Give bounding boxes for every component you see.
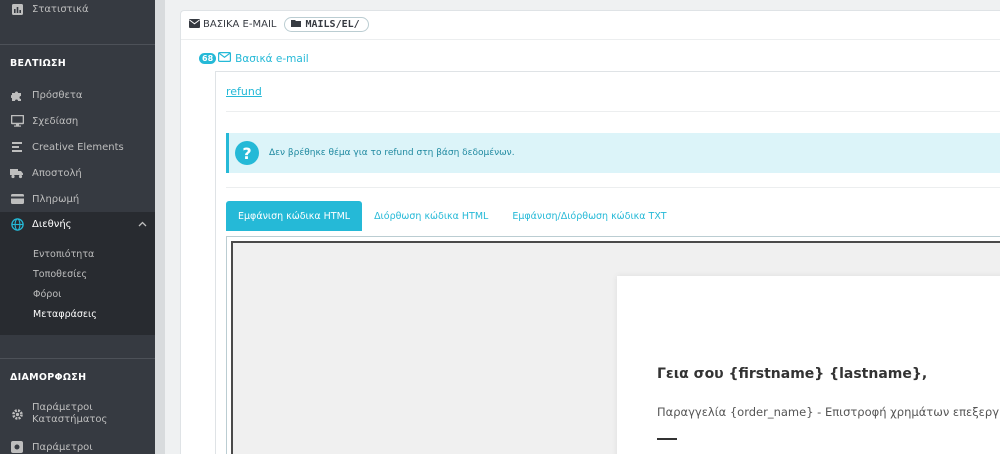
email-order-line: Παραγγελία {order_name} - Επιστροφή χρημ… bbox=[657, 405, 1000, 419]
credit-card-icon bbox=[10, 192, 24, 206]
preview-frame[interactable]: Γεια σου {firstname} {lastname}, Παραγγε… bbox=[231, 241, 1000, 454]
divider bbox=[181, 39, 1000, 40]
gear-icon bbox=[10, 407, 24, 421]
sidebar-item-label: Creative Elements bbox=[32, 141, 124, 153]
mail-title-text: Βασικά e-mail bbox=[235, 52, 309, 65]
mail-group-title[interactable]: 68 Βασικά e-mail bbox=[199, 52, 309, 65]
puzzle-icon bbox=[10, 88, 24, 102]
truck-icon bbox=[10, 166, 24, 180]
envelope-outline-icon bbox=[218, 52, 232, 65]
sidebar-item-shop-parameters[interactable]: Παράμετροι Καταστήματος bbox=[0, 400, 155, 428]
panel-header: ΒΑΣΙΚΑ E-MAIL MAILS/EL/ bbox=[189, 17, 369, 32]
tab-show-edit-txt[interactable]: Εμφάνιση/Διόρθωση κώδικα TXT bbox=[500, 201, 678, 231]
envelope-icon bbox=[189, 18, 200, 31]
sidebar-subitem-localization[interactable]: Εντοπιότητα bbox=[33, 249, 94, 260]
monitor-icon bbox=[10, 114, 24, 128]
tab-edit-html[interactable]: Διόρθωση κώδικα HTML bbox=[362, 201, 500, 231]
divider bbox=[226, 187, 1000, 188]
tab-show-html[interactable]: Εμφάνιση κώδικα HTML bbox=[226, 201, 363, 231]
sidebar-item-statistics[interactable]: Στατιστικά bbox=[0, 0, 155, 18]
folder-icon bbox=[291, 19, 302, 30]
sidebar-subitem-locations[interactable]: Τοποθεσίες bbox=[33, 269, 87, 280]
mail-count-badge: 68 bbox=[199, 53, 217, 64]
sidebar-item-label: Αποστολή bbox=[32, 167, 82, 179]
alert-text: Δεν βρέθηκε θέμα για το refund στη βάση … bbox=[269, 148, 515, 158]
chevron-up-icon bbox=[138, 219, 147, 230]
sidebar-item-payment[interactable]: Πληρωμή bbox=[0, 189, 155, 209]
email-card: Γεια σου {firstname} {lastname}, Παραγγε… bbox=[617, 276, 1000, 454]
path-badge: MAILS/EL/ bbox=[284, 17, 369, 32]
sidebar-item-international[interactable]: Διεθνής bbox=[0, 212, 155, 237]
mail-panel: ΒΑΣΙΚΑ E-MAIL MAILS/EL/ 68 Βασικά e-mail… bbox=[180, 10, 1000, 454]
sidebar-item-design[interactable]: Σχεδίαση bbox=[0, 111, 155, 131]
divider bbox=[226, 111, 1000, 112]
sidebar: Στατιστικά ΒΕΛΤΙΩΣΗ Πρόσθετα Σχεδίαση Cr… bbox=[0, 0, 155, 454]
sidebar-item-label: Παράμετροι Καταστήματος bbox=[32, 402, 108, 425]
section-title-improve: ΒΕΛΤΙΩΣΗ bbox=[10, 58, 67, 69]
divider bbox=[657, 438, 677, 440]
bar-chart-icon bbox=[10, 2, 24, 16]
path-text: MAILS/EL/ bbox=[305, 19, 360, 30]
divider bbox=[0, 358, 155, 359]
globe-icon bbox=[10, 218, 24, 232]
sidebar-scrollbar[interactable] bbox=[155, 0, 165, 454]
question-icon: ? bbox=[235, 141, 259, 165]
html-preview: Γεια σου {firstname} {lastname}, Παραγγε… bbox=[226, 236, 1000, 454]
sidebar-subitem-taxes[interactable]: Φόροι bbox=[33, 289, 61, 300]
sidebar-item-label: Στατιστικά bbox=[32, 3, 89, 15]
panel-title: ΒΑΣΙΚΑ E-MAIL bbox=[203, 19, 277, 30]
sidebar-item-parameters[interactable]: Παράμετροι bbox=[0, 438, 155, 454]
sidebar-item-label: Παράμετροι bbox=[32, 441, 93, 453]
sidebar-item-shipping[interactable]: Αποστολή bbox=[0, 163, 155, 183]
sidebar-item-label: Πληρωμή bbox=[32, 193, 80, 205]
sidebar-item-creative-elements[interactable]: Creative Elements bbox=[0, 137, 155, 157]
refund-link[interactable]: refund bbox=[226, 85, 262, 98]
bars-icon bbox=[10, 140, 24, 154]
mail-detail: refund ? Δεν βρέθηκε θέμα για το refund … bbox=[215, 71, 1000, 454]
sidebar-item-modules[interactable]: Πρόσθετα bbox=[0, 85, 155, 105]
sidebar-item-label: Πρόσθετα bbox=[32, 89, 83, 101]
info-alert: ? Δεν βρέθηκε θέμα για το refund στη βάσ… bbox=[226, 133, 1000, 173]
sidebar-subitem-translations[interactable]: Μεταφράσεις bbox=[33, 309, 97, 320]
sidebar-item-label: Διεθνής bbox=[32, 219, 72, 230]
code-tabs: Εμφάνιση κώδικα HTML Διόρθωση κώδικα HTM… bbox=[226, 201, 679, 231]
divider bbox=[0, 44, 155, 45]
email-greeting: Γεια σου {firstname} {lastname}, bbox=[657, 366, 928, 382]
cog-icon bbox=[10, 440, 24, 454]
sidebar-item-label: Σχεδίαση bbox=[32, 115, 79, 127]
section-title-configure: ΔΙΑΜΟΡΦΩΣΗ bbox=[10, 372, 87, 383]
